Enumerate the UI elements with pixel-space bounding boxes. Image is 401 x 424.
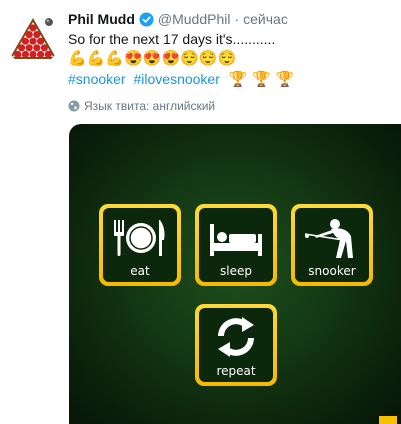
tweet-text-line: So for the next 17 days it's...........: [68, 31, 276, 47]
author-handle[interactable]: @MuddPhil: [158, 11, 231, 27]
hashtag-link[interactable]: #ilovesnooker: [133, 71, 219, 87]
flexed-biceps-emoji-icon: 💪: [105, 50, 125, 67]
relieved-face-emoji-icon: 😌: [198, 50, 218, 67]
separator-dot: ·: [234, 11, 240, 27]
tweet: Phil Mudd @MuddPhil · сейчас So for the …: [0, 0, 401, 424]
verified-badge-icon: [139, 11, 154, 27]
eat-label: eat: [130, 264, 150, 278]
emoji-row: 💪 💪 💪 😍 😍 😍 😌 😌 😌: [68, 49, 388, 69]
tweet-header: Phil Mudd @MuddPhil · сейчас: [68, 10, 288, 28]
trophy-emoji-icon: 🏆: [275, 71, 295, 88]
sleep-tile: sleep: [195, 204, 277, 286]
tweet-language: Язык твита: английский: [68, 99, 215, 113]
eat-tile: eat: [99, 204, 181, 286]
plate-fork-knife-icon: [114, 220, 165, 256]
relieved-face-emoji-icon: 😌: [180, 50, 199, 67]
heart-eyes-emoji-icon: 😍: [161, 50, 181, 67]
avatar[interactable]: [6, 12, 60, 66]
snooker-tile: snooker: [291, 204, 373, 286]
snooker-balls-triangle-icon: [6, 12, 60, 66]
trophy-emoji-icon: 🏆: [252, 71, 272, 88]
heart-eyes-emoji-icon: 😍: [142, 50, 162, 67]
watermark-logo: [379, 416, 397, 424]
hashtag-row: #snooker #ilovesnooker 🏆 🏆 🏆: [68, 69, 388, 89]
repeat-arrows-icon: [218, 317, 254, 357]
repeat-tile: repeat: [195, 304, 277, 386]
sleep-label: sleep: [220, 264, 252, 278]
trophy-emoji-icon: 🏆: [228, 71, 248, 88]
snooker-player-icon: [304, 219, 353, 258]
relieved-face-emoji-icon: 😌: [217, 50, 237, 67]
bed-icon: [210, 224, 262, 256]
language-label: Язык твита: английский: [84, 99, 216, 113]
hashtag-link[interactable]: #snooker: [68, 71, 126, 87]
heart-eyes-emoji-icon: 😍: [124, 50, 143, 67]
tweet-text: So for the next 17 days it's........... …: [68, 29, 388, 89]
snooker-label: snooker: [308, 264, 356, 278]
flexed-biceps-emoji-icon: 💪: [86, 50, 106, 67]
globe-icon: [68, 100, 80, 112]
author-name[interactable]: Phil Mudd: [68, 11, 135, 27]
tweet-media-image[interactable]: eat sleep snooker repeat: [69, 124, 401, 424]
timestamp[interactable]: сейчас: [243, 11, 288, 27]
repeat-label: repeat: [216, 364, 256, 378]
flexed-biceps-emoji-icon: 💪: [68, 50, 87, 67]
